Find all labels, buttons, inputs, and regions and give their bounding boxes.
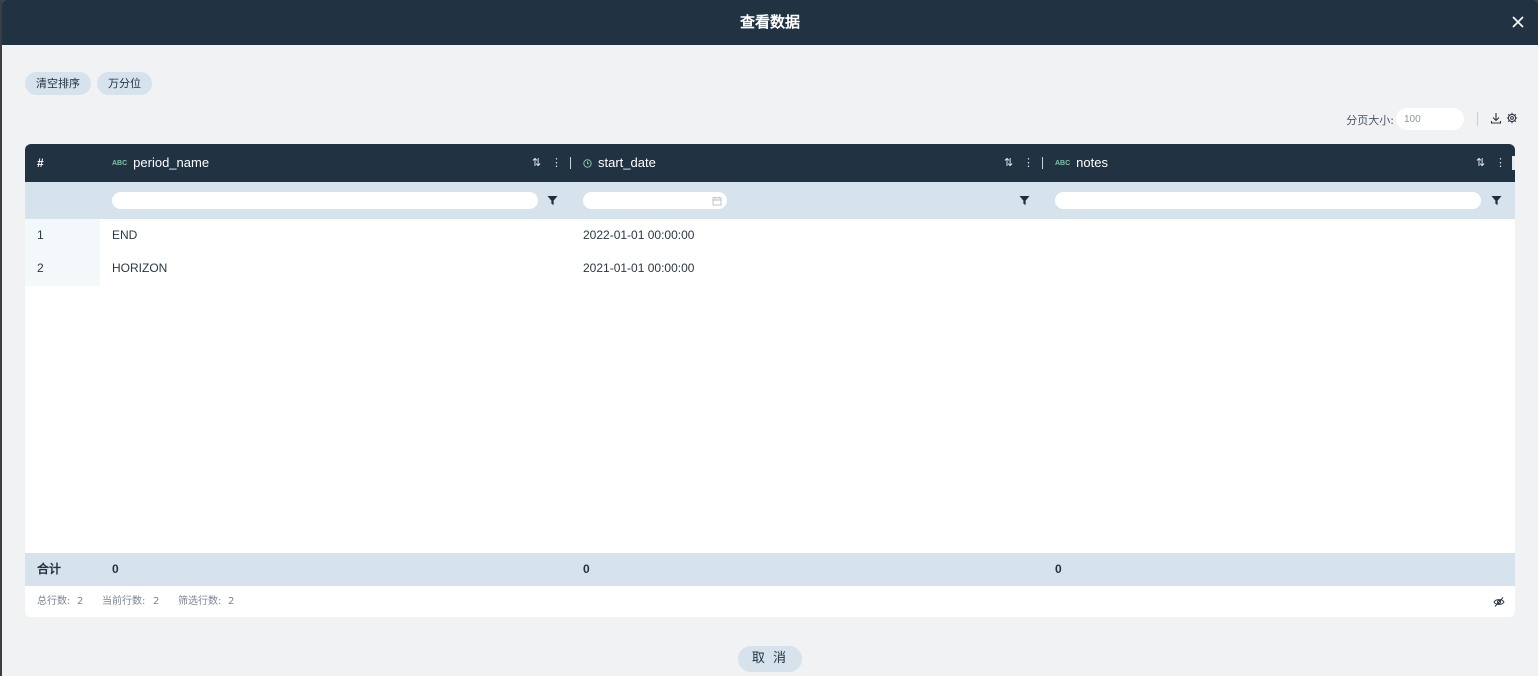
grid-summary-row: 合计 0 0 0 — [25, 553, 1515, 586]
sort-icon[interactable]: ⇅ — [1004, 157, 1013, 169]
type-tag-text: ABC — [1055, 160, 1071, 167]
column-name: period_name — [133, 155, 210, 170]
scrollbar-stub[interactable] — [1512, 156, 1515, 170]
page-size-input[interactable] — [1396, 108, 1464, 130]
dialog-title: 查看数据 — [739, 13, 800, 31]
grid-status-bar: 总行数: 2 当前行数: 2 筛选行数: 2 — [25, 586, 1515, 617]
clock-icon — [583, 159, 592, 168]
eye-off-icon[interactable] — [1493, 596, 1505, 608]
current-rows-value: 2 — [153, 596, 160, 607]
total-rows-label: 总行数: — [37, 596, 71, 607]
data-grid: # ABC period_name ⇅ ⋮ start_date ⇅ ⋮ ABC n… — [25, 144, 1515, 617]
column-name: notes — [1076, 155, 1108, 170]
cell-start-date[interactable]: 2021-01-01 00:00:00 — [583, 252, 694, 285]
dialog-titlebar: 查看数据 — [2, 0, 1538, 45]
start-date-filter-input[interactable] — [583, 192, 727, 209]
column-divider[interactable] — [1042, 157, 1043, 169]
cell-start-date[interactable]: 2022-01-01 00:00:00 — [583, 219, 694, 252]
grid-body: 1 END 2022-01-01 00:00:00 2 HORIZON 2021… — [25, 219, 1515, 553]
column-menu-icon[interactable]: ⋮ — [1023, 157, 1034, 169]
summary-label: 合计 — [37, 562, 62, 576]
table-row[interactable]: 1 END 2022-01-01 00:00:00 — [25, 219, 1515, 252]
filter-icon[interactable] — [1491, 195, 1502, 206]
row-number: 1 — [37, 228, 44, 242]
calendar-icon — [712, 196, 722, 205]
grid-header: # ABC period_name ⇅ ⋮ start_date ⇅ ⋮ ABC n… — [25, 144, 1515, 182]
column-header-start-date[interactable]: start_date — [583, 144, 656, 182]
period-name-filter-input[interactable] — [112, 192, 538, 209]
filter-icon[interactable] — [547, 195, 558, 206]
gear-icon[interactable] — [1506, 112, 1518, 124]
cancel-button[interactable]: 取 消 — [738, 646, 802, 672]
clear-sort-button[interactable]: 清空排序 — [25, 72, 91, 95]
close-icon[interactable] — [1510, 14, 1526, 30]
current-rows-label: 当前行数: — [102, 596, 146, 607]
type-tag-text: ABC — [112, 160, 128, 167]
toolbar-divider — [1477, 112, 1478, 126]
filtered-rows-value: 2 — [228, 596, 235, 607]
summary-start-date: 0 — [583, 562, 590, 576]
table-row[interactable]: 2 HORIZON 2021-01-01 00:00:00 — [25, 252, 1515, 285]
filtered-rows-label: 筛选行数: — [178, 596, 222, 607]
grid-filter-row — [25, 182, 1515, 219]
column-header-period-name[interactable]: ABC period_name — [112, 144, 209, 182]
sort-icon[interactable]: ⇅ — [1476, 157, 1485, 169]
summary-notes: 0 — [1055, 562, 1062, 576]
sort-icon[interactable]: ⇅ — [532, 157, 541, 169]
filter-icon[interactable] — [1019, 195, 1030, 206]
view-data-dialog: 查看数据 清空排序 万分位 分页大小: # ABC period_name ⇅ ⋮ — [2, 0, 1538, 676]
column-menu-icon[interactable]: ⋮ — [1495, 157, 1506, 169]
summary-period-name: 0 — [112, 562, 119, 576]
total-rows-value: 2 — [77, 596, 84, 607]
page-size-label: 分页大小: — [1346, 114, 1394, 127]
column-header-notes[interactable]: ABC notes — [1055, 144, 1108, 182]
rownum-header: # — [37, 156, 44, 170]
row-number: 2 — [37, 261, 44, 275]
column-menu-icon[interactable]: ⋮ — [551, 157, 562, 169]
column-divider[interactable] — [570, 157, 571, 169]
per-ten-thousand-button[interactable]: 万分位 — [97, 72, 152, 95]
notes-filter-input[interactable] — [1055, 192, 1481, 209]
download-icon[interactable] — [1490, 112, 1502, 124]
column-name: start_date — [598, 155, 656, 170]
cell-period-name[interactable]: HORIZON — [112, 252, 167, 285]
cell-period-name[interactable]: END — [112, 219, 137, 252]
